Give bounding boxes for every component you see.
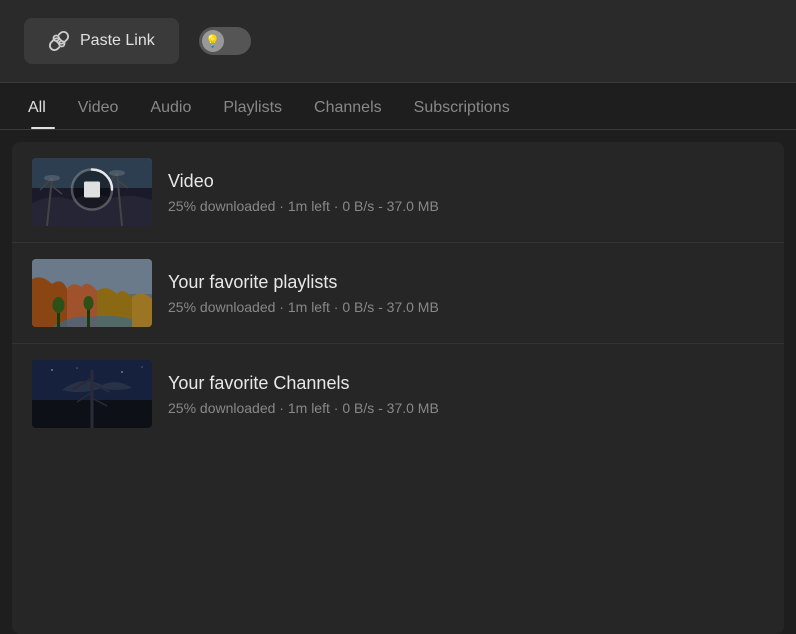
thumbnail-winter [32, 158, 152, 226]
download-list: Video 25% downloaded · 1m left · 0 B/s -… [12, 142, 784, 634]
paste-link-label: Paste Link [80, 32, 155, 50]
tab-bar: All Video Audio Playlists Channels Subsc… [0, 83, 796, 130]
item-title: Video [168, 171, 764, 192]
theme-toggle[interactable]: 💡 [199, 27, 251, 55]
item-status: 25% downloaded · 1m left · 0 B/s - 37.0 … [168, 400, 764, 416]
tab-all[interactable]: All [24, 83, 62, 129]
item-status: 25% downloaded · 1m left · 0 B/s - 37.0 … [168, 299, 764, 315]
tab-channels[interactable]: Channels [298, 83, 398, 129]
canyon-scene [32, 259, 152, 327]
item-title: Your favorite playlists [168, 272, 764, 293]
item-info: Video 25% downloaded · 1m left · 0 B/s -… [168, 171, 764, 214]
paste-link-button[interactable]: Paste Link [24, 18, 179, 64]
dark-scene [32, 360, 152, 428]
item-status: 25% downloaded · 1m left · 0 B/s - 37.0 … [168, 198, 764, 214]
progress-ring [68, 166, 116, 214]
toggle-knob: 💡 [202, 30, 224, 52]
thumbnail-dark [32, 360, 152, 428]
stop-icon[interactable] [84, 182, 100, 198]
item-title: Your favorite Channels [168, 373, 764, 394]
tab-video[interactable]: Video [62, 83, 135, 129]
app-container: Paste Link 💡 All Video Audio Playlists C… [0, 0, 796, 634]
download-item: Your favorite playlists 25% downloaded ·… [12, 243, 784, 344]
tab-playlists[interactable]: Playlists [207, 83, 298, 129]
item-info: Your favorite Channels 25% downloaded · … [168, 373, 764, 416]
tab-subscriptions[interactable]: Subscriptions [398, 83, 526, 129]
theme-toggle-container: 💡 [199, 27, 251, 55]
header: Paste Link 💡 [0, 0, 796, 83]
download-item: Your favorite Channels 25% downloaded · … [12, 344, 784, 444]
download-item: Video 25% downloaded · 1m left · 0 B/s -… [12, 142, 784, 243]
item-info: Your favorite playlists 25% downloaded ·… [168, 272, 764, 315]
bulb-icon: 💡 [205, 34, 220, 48]
tab-audio[interactable]: Audio [134, 83, 207, 129]
thumbnail-canyon [32, 259, 152, 327]
paste-link-icon [48, 30, 70, 52]
